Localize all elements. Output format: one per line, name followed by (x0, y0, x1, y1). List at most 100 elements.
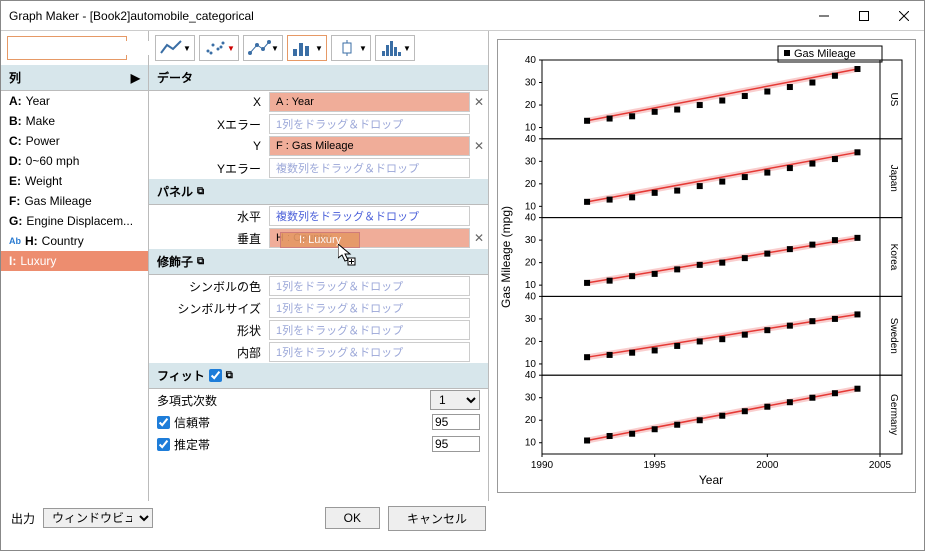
svg-text:30: 30 (525, 156, 537, 167)
shape-label: 形状 (149, 322, 269, 339)
predband-input[interactable] (432, 436, 480, 452)
line-scatter-icon[interactable]: ▼ (243, 35, 283, 61)
column-item[interactable]: A:Year (1, 91, 148, 111)
svg-text:30: 30 (525, 235, 537, 246)
svg-text:10: 10 (525, 280, 537, 291)
svg-text:40: 40 (525, 213, 537, 224)
svg-text:2005: 2005 (869, 460, 892, 471)
svg-text:40: 40 (525, 55, 537, 66)
svg-text:10: 10 (525, 123, 537, 134)
svg-text:20: 20 (525, 415, 537, 426)
window-title: Graph Maker - [Book2]automobile_categori… (9, 9, 804, 23)
svg-text:Japan: Japan (888, 165, 899, 192)
predband-checkbox[interactable] (157, 438, 170, 451)
ok-button[interactable]: OK (325, 507, 380, 529)
horizontal-label: 水平 (149, 208, 269, 225)
output-label: 出力 (11, 510, 35, 527)
svg-text:20: 20 (525, 100, 537, 111)
svg-text:40: 40 (525, 370, 537, 381)
column-item[interactable]: D:0~60 mph (1, 151, 148, 171)
svg-text:1995: 1995 (644, 460, 667, 471)
property-list: データ X A : Year ✕ Xエラー 1列をドラッグ＆ドロップ Y F :… (149, 65, 488, 501)
bar-chart-icon[interactable]: ▼ (287, 35, 327, 61)
fit-enable-checkbox[interactable] (209, 369, 222, 382)
vertical-clear-icon[interactable]: ✕ (470, 231, 488, 245)
confband-checkbox[interactable] (157, 416, 170, 429)
graph-type-toolbar: ▼ ▼ ▼ ▼ ▼ ▼ (149, 31, 488, 65)
svg-text:Germany: Germany (888, 394, 899, 435)
xerror-label: Xエラー (149, 116, 269, 133)
modifier-copy-icon: ⧉ (197, 256, 204, 267)
minimize-button[interactable] (804, 2, 844, 30)
plot-preview: Gas Mileage (mpg) Year Gas Mileage US 10 20 30… (497, 39, 916, 493)
symbol-color-dropzone[interactable]: 1列をドラッグ＆ドロップ (269, 276, 470, 296)
column-list: A:YearB:MakeC:PowerD:0~60 mphE:WeightF:G… (1, 91, 148, 501)
svg-text:Year: Year (699, 473, 723, 487)
columns-header: 列 ▶ (1, 65, 148, 91)
drag-cursor-icon (338, 244, 358, 266)
close-button[interactable] (884, 2, 924, 30)
interior-label: 内部 (149, 344, 269, 361)
expand-icon: ▶ (131, 71, 140, 85)
footer: 出力 ウィンドウビュー OK キャンセル (1, 501, 924, 535)
column-item[interactable]: AbH:Country (1, 231, 148, 251)
maximize-button[interactable] (844, 2, 884, 30)
symbol-size-dropzone[interactable]: 1列をドラッグ＆ドロップ (269, 298, 470, 318)
column-item[interactable]: E:Weight (1, 171, 148, 191)
y-label: Y (149, 139, 269, 153)
svg-text:10: 10 (525, 438, 537, 449)
panel-copy-icon: ⧉ (197, 186, 204, 197)
svg-text:30: 30 (525, 78, 537, 89)
box-chart-icon[interactable]: ▼ (331, 35, 371, 61)
svg-text:US: US (888, 92, 899, 106)
fit-section-header: フィット ⧉ (149, 363, 488, 389)
line-chart-icon[interactable]: ▼ (155, 35, 195, 61)
fit-copy-icon: ⧉ (226, 370, 233, 381)
histogram-icon[interactable]: ▼ (375, 35, 415, 61)
y-clear-icon[interactable]: ✕ (470, 139, 488, 153)
xerror-dropzone[interactable]: 1列をドラッグ＆ドロップ (269, 114, 470, 134)
column-item[interactable]: B:Make (1, 111, 148, 131)
yerror-dropzone[interactable]: 複数列をドラッグ＆ドロップ (269, 158, 470, 178)
horizontal-dropzone[interactable]: 複数列をドラッグ＆ドロップ (269, 206, 470, 226)
svg-text:2000: 2000 (756, 460, 779, 471)
column-item[interactable]: G:Engine Displacem... (1, 211, 148, 231)
svg-text:Gas Mileage (mpg): Gas Mileage (mpg) (499, 206, 513, 308)
x-clear-icon[interactable]: ✕ (470, 95, 488, 109)
cancel-button[interactable]: キャンセル (388, 506, 486, 531)
symbol-color-label: シンボルの色 (149, 278, 269, 295)
svg-text:40: 40 (525, 291, 537, 302)
columns-header-label: 列 (9, 69, 21, 86)
left-toolbar (1, 31, 148, 65)
svg-text:Korea: Korea (888, 244, 899, 271)
confband-label: 信頼帯 (170, 414, 432, 431)
symbol-size-label: シンボルサイズ (149, 300, 269, 317)
predband-label: 推定帯 (170, 436, 432, 453)
x-dropzone[interactable]: A : Year (269, 92, 470, 112)
svg-text:Sweden: Sweden (888, 318, 899, 354)
svg-text:10: 10 (525, 201, 537, 212)
search-box[interactable] (7, 36, 127, 60)
data-section-header: データ (149, 65, 488, 91)
search-input[interactable] (8, 41, 171, 55)
column-item[interactable]: F:Gas Mileage (1, 191, 148, 211)
output-select[interactable]: ウィンドウビュー (43, 508, 153, 528)
x-label: X (149, 95, 269, 109)
polydeg-label: 多項式次数 (157, 392, 430, 409)
svg-text:30: 30 (525, 393, 537, 404)
column-item[interactable]: I:Luxury (1, 251, 148, 271)
svg-text:20: 20 (525, 258, 537, 269)
confband-input[interactable] (432, 414, 480, 430)
column-item[interactable]: C:Power (1, 131, 148, 151)
svg-text:20: 20 (525, 179, 537, 190)
scatter-chart-icon[interactable]: ▼ (199, 35, 239, 61)
polydeg-select[interactable]: 1 (430, 390, 480, 410)
y-dropzone[interactable]: F : Gas Mileage (269, 136, 470, 156)
title-bar: Graph Maker - [Book2]automobile_categori… (1, 1, 924, 31)
vertical-label: 垂直 (149, 230, 269, 247)
interior-dropzone[interactable]: 1列をドラッグ＆ドロップ (269, 342, 470, 362)
svg-text:1990: 1990 (531, 460, 554, 471)
shape-dropzone[interactable]: 1列をドラッグ＆ドロップ (269, 320, 470, 340)
svg-text:Gas Mileage: Gas Mileage (794, 48, 856, 60)
svg-text:10: 10 (525, 359, 537, 370)
